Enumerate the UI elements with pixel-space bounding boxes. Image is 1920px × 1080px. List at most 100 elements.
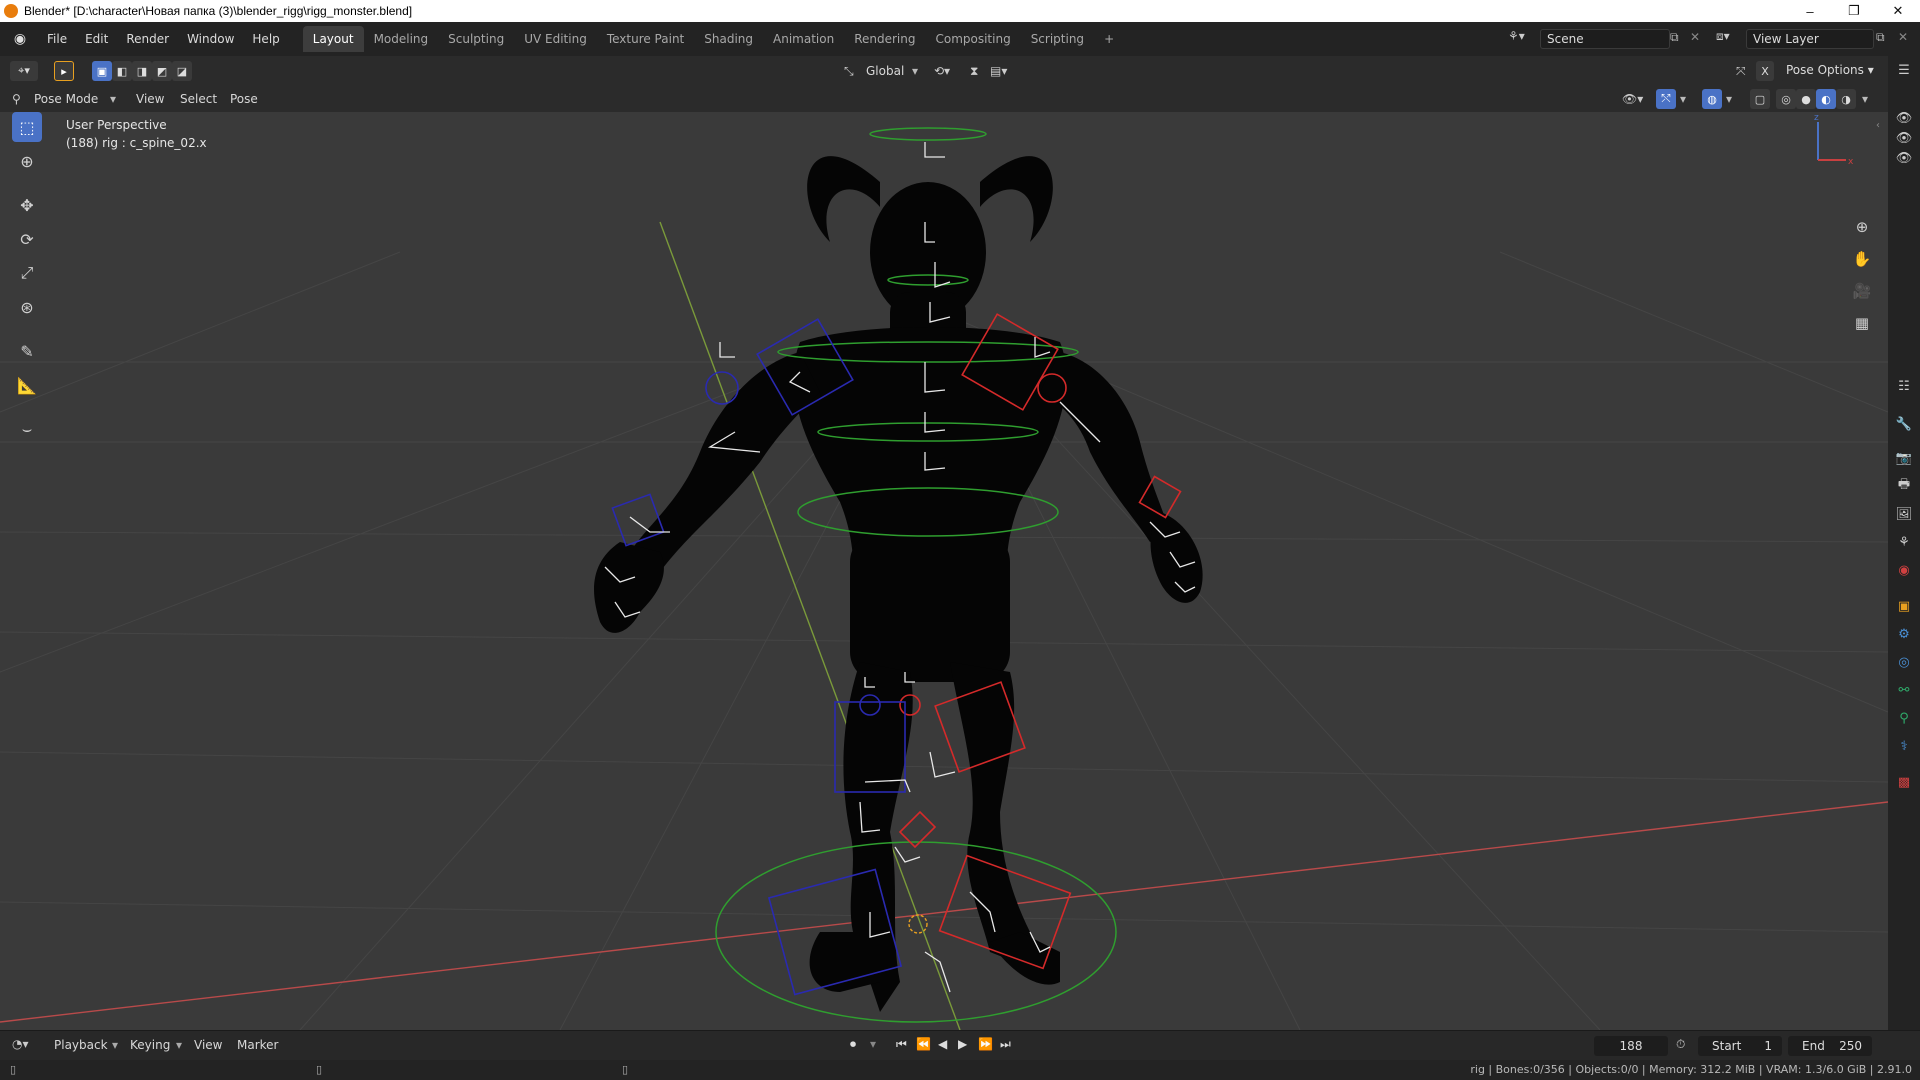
- chevron-down-icon[interactable]: ▾: [870, 1037, 876, 1051]
- tool-icon[interactable]: 🔧: [1894, 414, 1914, 434]
- tab-modeling[interactable]: Modeling: [364, 26, 439, 52]
- snap-target-icon[interactable]: ▤▾: [990, 61, 1007, 81]
- view-layer-icon[interactable]: ⧈▾: [1716, 29, 1730, 44]
- prev-keyframe-icon[interactable]: ⏪: [916, 1037, 931, 1051]
- end-frame-field[interactable]: End 250: [1788, 1036, 1872, 1056]
- annotate-tool[interactable]: ✎: [12, 336, 42, 366]
- new-scene-icon[interactable]: ⧉: [1670, 30, 1679, 45]
- object-icon[interactable]: ▣: [1894, 596, 1914, 616]
- record-keyframe-icon[interactable]: ⏺: [850, 1037, 856, 1052]
- selection-extend-icon[interactable]: ◧: [112, 61, 132, 81]
- selection-intersect-icon[interactable]: ◪: [172, 61, 192, 81]
- keying-menu[interactable]: Keying: [130, 1038, 170, 1052]
- visibility-eye-icon[interactable]: 👁: [1894, 128, 1914, 148]
- overlay-toggle-icon[interactable]: ◍: [1702, 89, 1722, 109]
- timeline-view-menu[interactable]: View: [194, 1038, 222, 1052]
- jump-end-icon[interactable]: ⏭: [1000, 1037, 1011, 1052]
- play-icon[interactable]: ▶: [958, 1037, 967, 1051]
- rotate-tool[interactable]: ⟳: [12, 224, 42, 254]
- menu-edit[interactable]: Edit: [76, 27, 117, 51]
- visibility-eye-icon[interactable]: 👁: [1894, 148, 1914, 168]
- menu-view[interactable]: View: [136, 89, 164, 109]
- pivot-point-icon[interactable]: ⟲▾: [934, 61, 950, 81]
- chevron-down-icon[interactable]: ▾: [110, 89, 116, 109]
- world-icon[interactable]: ◉: [1894, 560, 1914, 580]
- solid-shading-icon[interactable]: ●: [1796, 89, 1816, 109]
- menu-render[interactable]: Render: [117, 27, 178, 51]
- properties-editor-icon[interactable]: ☷: [1894, 376, 1914, 396]
- object-data-icon[interactable]: ⚲: [1894, 708, 1914, 728]
- delete-view-layer-icon[interactable]: ✕: [1898, 30, 1908, 44]
- chevron-down-icon[interactable]: ▾: [912, 61, 918, 81]
- outliner-editor-icon[interactable]: ☰: [1894, 60, 1914, 80]
- jump-start-icon[interactable]: ⏮: [896, 1037, 907, 1052]
- scale-tool[interactable]: ⤢: [12, 258, 42, 288]
- scene-icon[interactable]: ⚘: [1894, 532, 1914, 552]
- selection-subtract-icon[interactable]: ◨: [132, 61, 152, 81]
- visibility-icon[interactable]: 👁▾: [1622, 89, 1643, 109]
- camera-view-button[interactable]: 🎥: [1849, 278, 1875, 304]
- chevron-down-icon[interactable]: ▾: [1726, 89, 1732, 109]
- clock-icon[interactable]: ⏱: [1676, 1037, 1685, 1052]
- modifier-icon[interactable]: ⚙: [1894, 624, 1914, 644]
- chevron-down-icon[interactable]: ▾: [1862, 89, 1868, 109]
- view-layer-selector[interactable]: View Layer: [1746, 29, 1874, 49]
- chevron-down-icon[interactable]: ▾: [1680, 89, 1686, 109]
- measure-tool[interactable]: 📐: [12, 370, 42, 400]
- xray-toggle-icon[interactable]: ▢: [1750, 89, 1770, 109]
- cursor-tool[interactable]: ⊕: [12, 146, 42, 176]
- playback-menu[interactable]: Playback: [54, 1038, 108, 1052]
- scene-selector[interactable]: Scene: [1540, 29, 1670, 49]
- output-icon[interactable]: 🖶: [1894, 476, 1914, 496]
- menu-file[interactable]: File: [38, 27, 76, 51]
- tab-rendering[interactable]: Rendering: [844, 26, 925, 52]
- rendered-shading-icon[interactable]: ◑: [1836, 89, 1856, 109]
- navigation-gizmo[interactable]: z x: [1800, 112, 1860, 172]
- bone-icon[interactable]: ⚕: [1894, 736, 1914, 756]
- wireframe-shading-icon[interactable]: ◎: [1776, 89, 1796, 109]
- editor-type-icon[interactable]: ⌖▾: [10, 61, 38, 81]
- tab-animation[interactable]: Animation: [763, 26, 844, 52]
- menu-pose[interactable]: Pose: [230, 89, 258, 109]
- mode-dropdown[interactable]: Pose Mode: [34, 89, 98, 109]
- delete-scene-icon[interactable]: ✕: [1690, 30, 1700, 44]
- x-mirror-icon[interactable]: ⤧: [1736, 61, 1746, 81]
- next-keyframe-icon[interactable]: ⏩: [978, 1037, 993, 1051]
- tab-layout[interactable]: Layout: [302, 26, 364, 52]
- tab-compositing[interactable]: Compositing: [925, 26, 1020, 52]
- selection-invert-icon[interactable]: ◩: [152, 61, 172, 81]
- view-layer-icon[interactable]: 🖼: [1894, 504, 1914, 524]
- menu-select[interactable]: Select: [180, 89, 217, 109]
- material-shading-icon[interactable]: ◐: [1816, 89, 1836, 109]
- render-icon[interactable]: 📷: [1894, 448, 1914, 468]
- maximize-button[interactable]: ❐: [1832, 0, 1876, 22]
- transform-tool[interactable]: ⊛: [12, 292, 42, 322]
- tab-shading[interactable]: Shading: [694, 26, 763, 52]
- tab-sculpting[interactable]: Sculpting: [438, 26, 514, 52]
- play-reverse-icon[interactable]: ◀: [938, 1037, 947, 1051]
- tab-texture-paint[interactable]: Texture Paint: [597, 26, 694, 52]
- pose-options-dropdown[interactable]: Pose Options ▾: [1780, 61, 1882, 81]
- current-frame-field[interactable]: 188: [1594, 1036, 1668, 1056]
- gizmo-toggle-icon[interactable]: ⤲: [1656, 89, 1676, 109]
- start-frame-field[interactable]: Start 1: [1698, 1036, 1782, 1056]
- zoom-button[interactable]: ⊕: [1849, 214, 1875, 240]
- selection-set-icon[interactable]: ▣: [92, 61, 112, 81]
- visibility-eye-icon[interactable]: 👁: [1894, 108, 1914, 128]
- 3d-viewport[interactable]: User Perspective (188) rig : c_spine_02.…: [0, 112, 1888, 1030]
- menu-help[interactable]: Help: [243, 27, 288, 51]
- menu-window[interactable]: Window: [178, 27, 243, 51]
- tab-uv-editing[interactable]: UV Editing: [514, 26, 597, 52]
- add-workspace-button[interactable]: +: [1094, 26, 1124, 52]
- ortho-toggle-button[interactable]: ▦: [1849, 310, 1875, 336]
- blender-menu-icon[interactable]: ◉: [8, 29, 32, 49]
- pose-relax-tool[interactable]: ⌣: [12, 414, 42, 444]
- close-button[interactable]: ✕: [1876, 0, 1920, 22]
- select-box-tool[interactable]: ⬚: [12, 112, 42, 142]
- transform-orientation-icon[interactable]: ⤡: [844, 61, 854, 81]
- minimize-button[interactable]: –: [1788, 0, 1832, 22]
- physics-icon[interactable]: ◎: [1894, 652, 1914, 672]
- scene-icon[interactable]: ⚘▾: [1508, 29, 1525, 43]
- x-axis-toggle[interactable]: X: [1756, 61, 1774, 81]
- move-tool[interactable]: ✥: [12, 190, 42, 220]
